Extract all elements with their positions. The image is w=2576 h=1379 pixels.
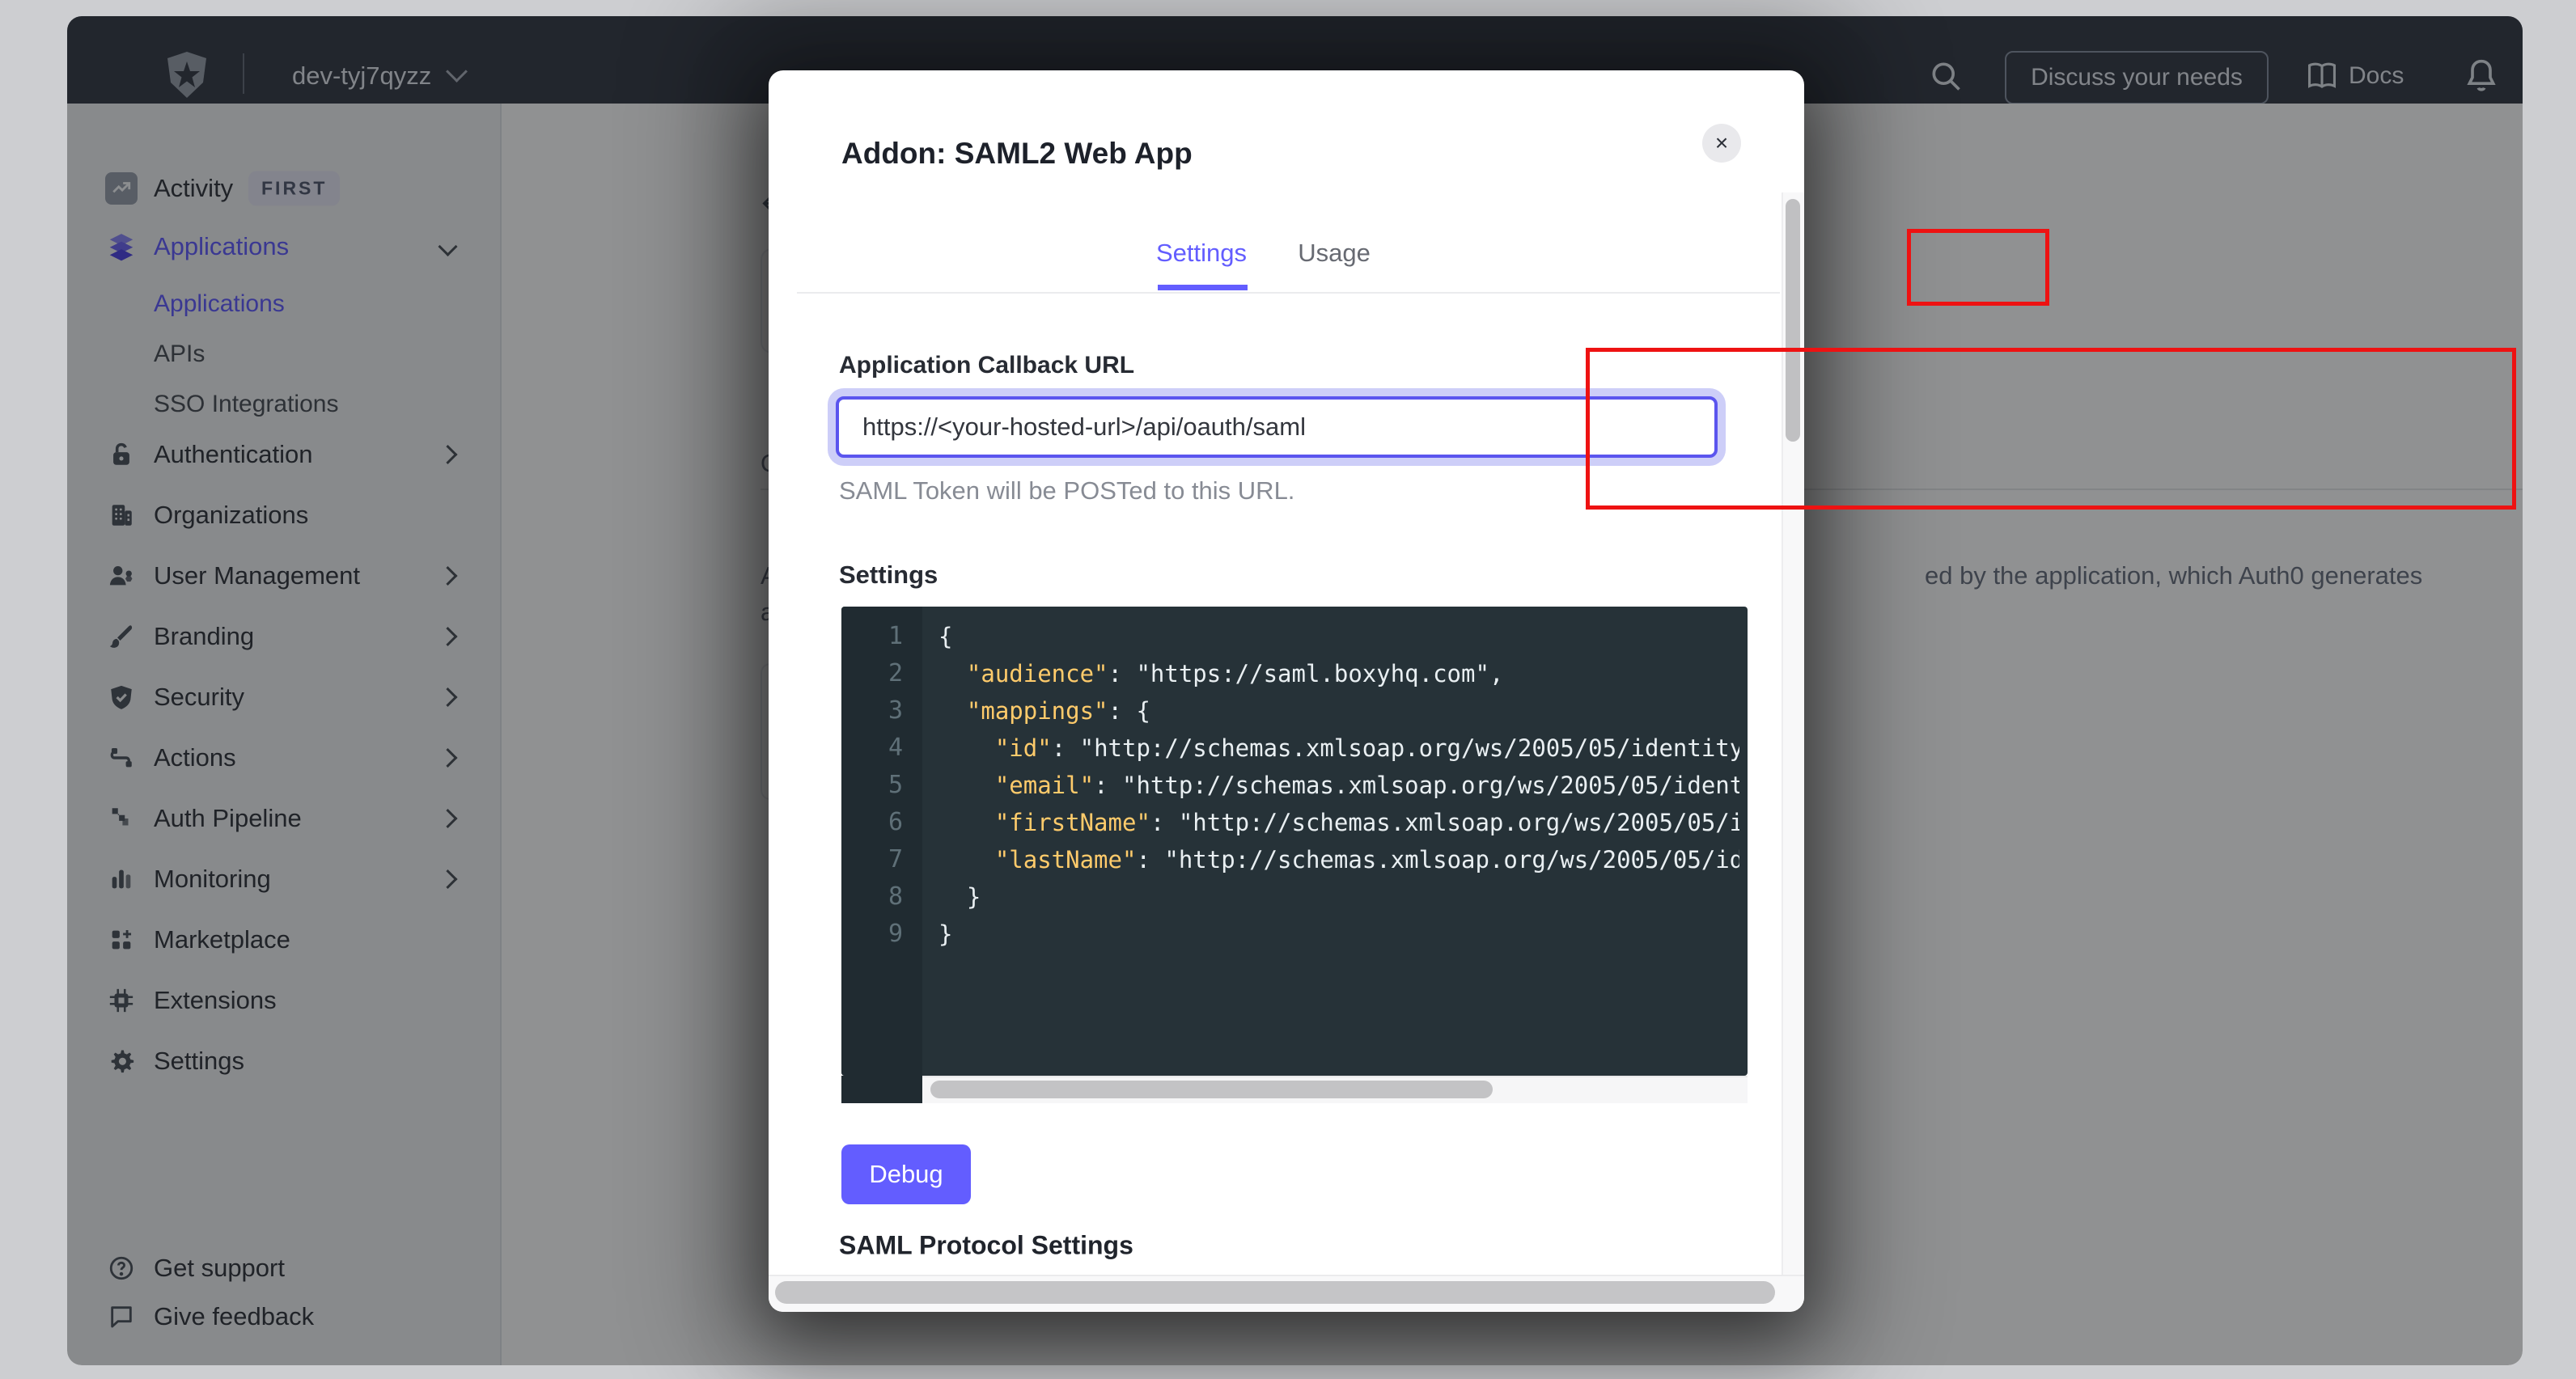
modal-horizontal-scrollbar-thumb[interactable]: [775, 1281, 1775, 1304]
editor-code-line: "lastName": "http://schemas.xmlsoap.org/…: [938, 841, 1739, 878]
addon-modal: Addon: SAML2 Web App × Settings Usage App…: [769, 70, 1804, 1312]
editor-code-line: "audience": "https://saml.boxyhq.com",: [938, 655, 1739, 692]
editor-scroll-corner: [841, 1076, 922, 1103]
editor-line-number: 4: [841, 730, 903, 767]
editor-line-number: 1: [841, 618, 903, 655]
editor-line-number: 3: [841, 692, 903, 730]
editor-code-line: }: [938, 916, 1739, 953]
callback-url-label: Application Callback URL: [839, 352, 1134, 379]
annotation-settings-tab: [1907, 229, 2049, 306]
editor-line-number: 9: [841, 916, 903, 953]
tab-settings[interactable]: Settings: [1156, 239, 1247, 268]
editor-gutter: 123456789: [841, 607, 922, 1076]
callback-url-helper: SAML Token will be POSTed to this URL.: [839, 476, 1294, 505]
close-icon[interactable]: ×: [1702, 124, 1741, 163]
debug-label: Debug: [869, 1160, 943, 1189]
editor-code-line: "mappings": {: [938, 692, 1739, 730]
editor-code-line: "id": "http://schemas.xmlsoap.org/ws/200…: [938, 730, 1739, 767]
tabs-divider: [797, 292, 1780, 294]
settings-section-label: Settings: [839, 560, 938, 590]
editor-code-line: }: [938, 878, 1739, 916]
saml-protocol-settings-heading: SAML Protocol Settings: [839, 1231, 1133, 1261]
json-code-editor[interactable]: 123456789 { "audience": "https://saml.bo…: [841, 607, 1748, 1076]
editor-code-line: {: [938, 618, 1739, 655]
annotation-callback-url: [1586, 348, 2516, 510]
editor-code-line: "email": "http://schemas.xmlsoap.org/ws/…: [938, 767, 1739, 804]
screenshot-stage: dev-tyj7qyzz Discuss your needs Docs: [0, 0, 2576, 1379]
editor-line-number: 7: [841, 841, 903, 878]
modal-title: Addon: SAML2 Web App: [841, 137, 1193, 171]
debug-button[interactable]: Debug: [841, 1144, 971, 1204]
editor-line-number: 2: [841, 655, 903, 692]
tab-usage[interactable]: Usage: [1298, 239, 1371, 268]
editor-line-number: 6: [841, 804, 903, 841]
editor-horizontal-scrollbar-thumb[interactable]: [930, 1081, 1493, 1098]
editor-code-line: "firstName": "http://schemas.xmlsoap.org…: [938, 804, 1739, 841]
editor-line-number: 8: [841, 878, 903, 916]
callback-url-value: https://<your-hosted-url>/api/oauth/saml: [862, 412, 1306, 442]
active-tab-underline: [1158, 285, 1248, 290]
editor-line-number: 5: [841, 767, 903, 804]
